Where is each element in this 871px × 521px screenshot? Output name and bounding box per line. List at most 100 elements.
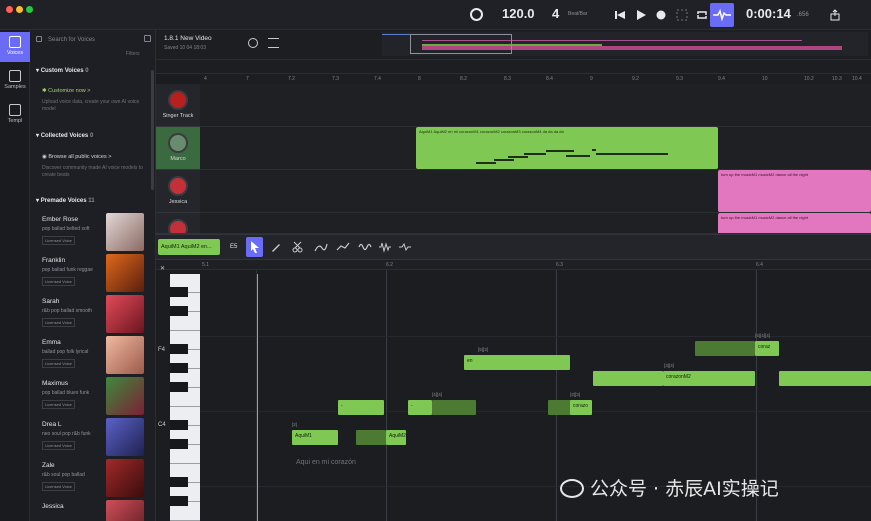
track-selector[interactable]: AquiM1 AquiM2 en...: [158, 239, 220, 255]
piano-key-black[interactable]: [170, 420, 188, 430]
scissors-icon[interactable]: [292, 241, 304, 253]
collapse-piano-icon[interactable]: ✕: [160, 265, 165, 272]
key-label-f4: F4: [158, 347, 166, 353]
note-block[interactable]: coraz: [755, 341, 779, 356]
minimap-viewport[interactable]: [410, 34, 512, 54]
search-input[interactable]: Search for Voices: [34, 33, 152, 47]
custom-voices-header[interactable]: ▾ Custom Voices 0: [36, 67, 89, 74]
voice-card-zale[interactable]: Zale r&b soul pop ballad Licensed Voice: [40, 458, 148, 498]
note-block[interactable]: AquiM1: [292, 430, 338, 445]
filters-button[interactable]: Filters: [126, 51, 140, 58]
add-track-icon[interactable]: [248, 38, 258, 48]
select-tool-button[interactable]: [246, 237, 263, 257]
tempo-value[interactable]: 120.0: [502, 6, 535, 21]
voice-card-drea-l[interactable]: Drea L neo soul pop r&b funk Licensed Vo…: [40, 417, 148, 457]
play-icon[interactable]: [635, 9, 647, 21]
metronome-icon[interactable]: [470, 8, 483, 21]
note-block[interactable]: [593, 371, 663, 386]
voice-card-ember-rose[interactable]: Ember Rose pop ballad belted soft Licens…: [40, 212, 148, 252]
track-lane[interactable]: [200, 84, 871, 127]
voice-card-emma[interactable]: Emma ballad pop folk lyrical Licensed Vo…: [40, 335, 148, 375]
voice-desc: r&b pop ballad smooth: [42, 308, 93, 314]
piano-ruler[interactable]: 5.1 6.2 6.3 6.4: [156, 260, 871, 270]
note-block[interactable]: -: [408, 400, 432, 415]
track-header-marco[interactable]: Marco: [156, 127, 200, 170]
vibrato-icon[interactable]: [336, 241, 350, 253]
voice-badge: Licensed Voice: [42, 236, 75, 245]
beats-value[interactable]: 4: [552, 6, 559, 21]
voice-card-sarah[interactable]: Sarah r&b pop ballad smooth Licensed Voi…: [40, 294, 148, 334]
note-block[interactable]: corazo: [570, 400, 592, 415]
nav-templates[interactable]: Templ: [0, 100, 30, 130]
piano-key-black[interactable]: [170, 382, 188, 392]
nav-voices[interactable]: Voices: [0, 32, 30, 62]
track-header-jessica-2[interactable]: [156, 213, 200, 234]
note-block[interactable]: corazonM2: [663, 371, 755, 386]
sidebar-scrollbar[interactable]: [151, 70, 154, 190]
voice-card-jessica[interactable]: Jessica: [40, 499, 148, 521]
note-pitch-label: [4][4]: [432, 392, 443, 397]
premade-voices-count: 11: [88, 198, 95, 204]
fit-icon[interactable]: [676, 9, 688, 21]
piano-key-black[interactable]: [170, 496, 188, 506]
clip-marco[interactable]: AquiM1 AquiM2 en mi corazonM1 corazonM2 …: [416, 127, 718, 169]
share-icon[interactable]: [829, 9, 841, 21]
pencil-icon[interactable]: [270, 241, 282, 253]
track-lane[interactable]: turn up the musicM1 musicM2 dance all th…: [200, 170, 871, 213]
track-name: Marco: [170, 156, 186, 162]
piano-key-black[interactable]: [170, 363, 188, 373]
clip-jessica-2[interactable]: turn up the musicM1 musicM2 dance all th…: [718, 213, 871, 233]
collapse-icon[interactable]: [144, 35, 151, 42]
clip-jessica[interactable]: turn up the musicM1 musicM2 dance all th…: [718, 170, 871, 212]
voice-card-maximus[interactable]: Maximus pop ballad blues funk Licensed V…: [40, 376, 148, 416]
pitch-curve-icon[interactable]: [314, 241, 328, 253]
project-title[interactable]: 1.8.1 New Video: [164, 35, 212, 42]
customize-now-label: Customize now >: [48, 88, 91, 94]
track-header-jessica[interactable]: Jessica: [156, 170, 200, 213]
loop-icon[interactable]: [696, 9, 708, 21]
note-block[interactable]: [548, 400, 572, 415]
timeline-ruler[interactable]: 4 7 7.2 7.3 7.4 8 8.2 8.3 8.4 9 9.2 9.3 …: [200, 74, 871, 84]
minimize-window-button[interactable]: [16, 6, 23, 13]
voice-desc: ballad pop folk lyrical: [42, 349, 89, 355]
playhead[interactable]: [257, 274, 258, 521]
maximize-window-button[interactable]: [26, 6, 33, 13]
note-block[interactable]: -: [338, 400, 384, 415]
settings-sliders-icon[interactable]: [268, 38, 279, 48]
piano-key-black[interactable]: [170, 344, 188, 354]
premade-voices-header[interactable]: ▾ Premade Voices 11: [36, 197, 95, 204]
voice-badge: Licensed Voice: [42, 441, 75, 450]
piano-key-black[interactable]: [170, 439, 188, 449]
piano-key-black[interactable]: [170, 306, 188, 316]
clip-notes-preview: [476, 149, 668, 164]
piano-key-black[interactable]: [170, 287, 188, 297]
track-lane[interactable]: AquiM1 AquiM2 en mi corazonM1 corazonM2 …: [200, 127, 871, 170]
close-window-button[interactable]: [6, 6, 13, 13]
note-block[interactable]: [695, 341, 755, 356]
voice-card-franklin[interactable]: Franklin pop ballad funk reggae Licensed…: [40, 253, 148, 293]
wave-tool-icon[interactable]: [358, 241, 372, 253]
skip-back-icon[interactable]: [614, 9, 626, 21]
track-lane[interactable]: turn up the musicM1 musicM2 dance all th…: [200, 213, 871, 234]
key-selector[interactable]: E5: [230, 244, 237, 250]
ruler-tick: 8.3: [504, 76, 511, 82]
note-block[interactable]: AquiM2: [386, 430, 406, 445]
note-block[interactable]: en: [464, 355, 570, 370]
collected-voices-header[interactable]: ▾ Collected Voices 0: [36, 132, 93, 139]
waveform-edit-icon[interactable]: [378, 241, 392, 253]
waveform-toggle-button[interactable]: [710, 3, 734, 27]
piano-keyboard[interactable]: F4 C4: [156, 274, 200, 521]
piano-key-black[interactable]: [170, 477, 188, 487]
breath-icon[interactable]: [398, 241, 412, 253]
browse-public-voices-link[interactable]: ◉ Browse all public voices >: [42, 154, 111, 160]
nav-samples[interactable]: Samples: [0, 66, 30, 96]
note-block[interactable]: [432, 400, 476, 415]
overview-minimap[interactable]: [382, 32, 868, 56]
customize-now-link[interactable]: ✱ Customize now >: [42, 88, 90, 94]
cursor-icon: [251, 241, 259, 253]
note-block[interactable]: [356, 430, 386, 445]
note-block[interactable]: [779, 371, 871, 386]
track-header-singer[interactable]: Singer Track: [156, 84, 200, 127]
record-icon[interactable]: [655, 9, 667, 21]
ruler-tick: 7: [246, 76, 249, 82]
